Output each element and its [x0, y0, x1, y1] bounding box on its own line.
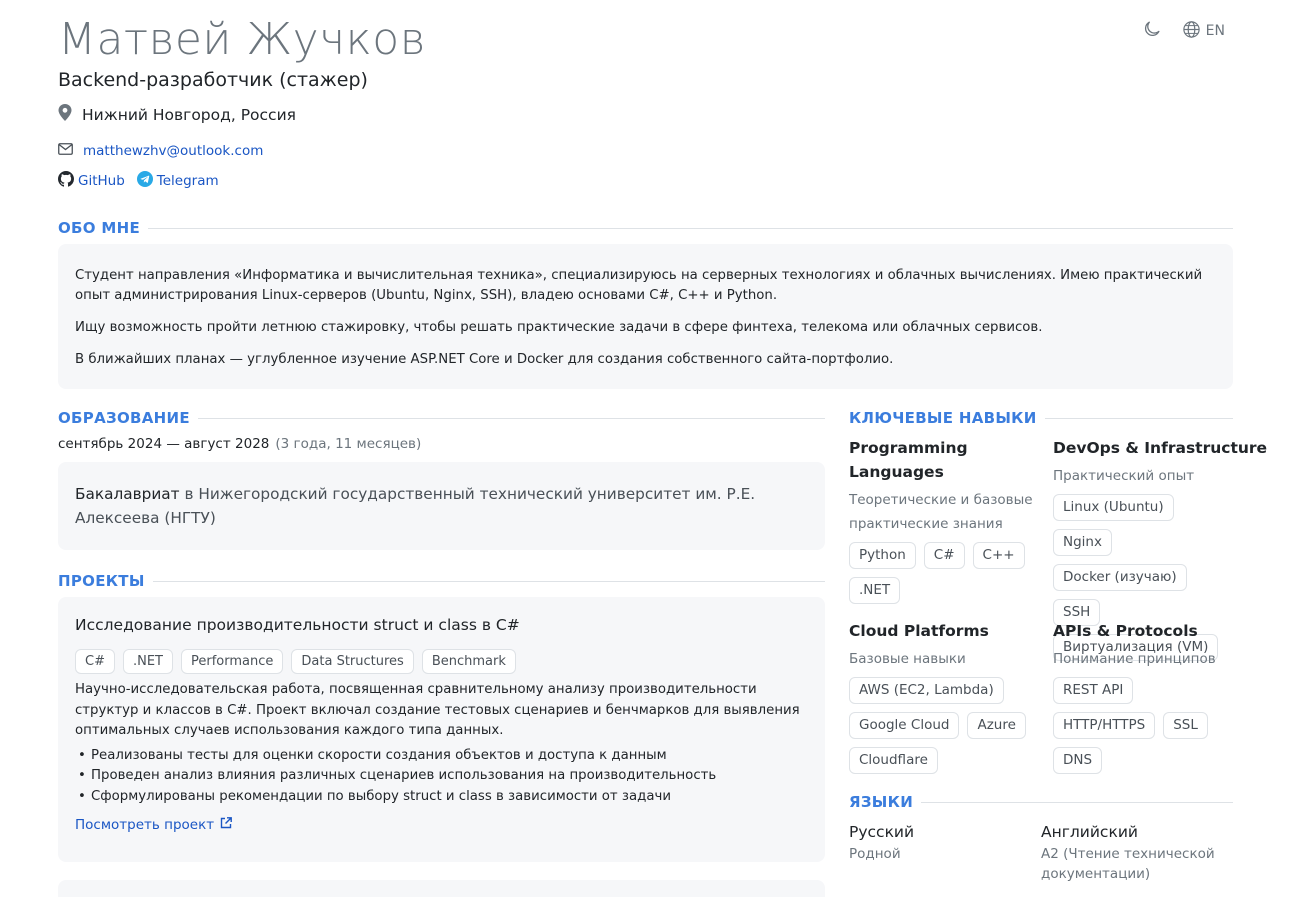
skill-tag: Azure	[967, 712, 1026, 739]
language-level: Родной	[849, 846, 901, 862]
section-divider	[197, 417, 825, 419]
education-section-heading: ОБРАЗОВАНИЕ	[58, 409, 825, 427]
education-connector: в	[184, 485, 194, 503]
email-row: matthewzhv@outlook.com	[58, 143, 263, 159]
project-card	[58, 880, 825, 897]
view-project-link[interactable]: Посмотреть проект	[75, 817, 808, 833]
education-duration: (3 года, 11 месяцев)	[275, 436, 422, 452]
project-tag: .NET	[122, 649, 173, 674]
skill-tag: C++	[972, 542, 1025, 569]
language-name: Английский	[1041, 823, 1138, 841]
github-label: GitHub	[78, 173, 125, 189]
project-tag: Data Structures	[291, 649, 414, 674]
about-paragraph: Студент направления «Информатика и вычис…	[75, 268, 1203, 303]
project-tags: C# .NET Performance Data Structures Benc…	[75, 649, 808, 674]
projects-title: ПРОЕКТЫ	[58, 572, 145, 590]
skill-tag: REST API	[1053, 677, 1134, 704]
skills-section-heading: КЛЮЧЕВЫЕ НАВЫКИ	[849, 409, 1233, 427]
skill-group-level: Базовые навыки	[849, 651, 966, 667]
email-link[interactable]: matthewzhv@outlook.com	[83, 143, 263, 159]
skill-group-level: Теоретические и базовые практические зна…	[849, 492, 1033, 532]
section-divider	[921, 801, 1233, 803]
skill-tag: Google Cloud	[849, 712, 960, 739]
theme-toggle-button[interactable]	[1143, 20, 1161, 42]
skill-tags: REST API HTTP/HTTPS SSL DNS	[1053, 677, 1235, 774]
about-card: Студент направления «Информатика и вычис…	[58, 244, 1233, 389]
project-achievements: Реализованы тесты для оценки скорости со…	[75, 746, 808, 808]
languages-section-heading: ЯЗЫКИ	[849, 793, 1233, 811]
skill-tag: Docker (изучаю)	[1053, 564, 1187, 591]
project-tag: Benchmark	[421, 649, 516, 674]
location-text: Нижний Новгород, Россия	[82, 105, 296, 124]
skill-tag: SSL	[1163, 712, 1208, 739]
skill-tag: Cloudflare	[849, 747, 938, 774]
about-paragraph: В ближайших планах — углубленное изучени…	[75, 352, 894, 367]
github-link[interactable]: GitHub	[58, 171, 125, 191]
about-paragraph: Ищу возможность пройти летнюю стажировку…	[75, 320, 1043, 335]
skill-tags: Python C# C++ .NET	[849, 542, 1039, 604]
skill-tag: Nginx	[1053, 529, 1112, 556]
skill-group-level: Практический опыт	[1053, 468, 1195, 484]
project-tag: C#	[75, 649, 115, 674]
globe-icon	[1182, 20, 1200, 42]
skill-tags: AWS (EC2, Lambda) Google Cloud Azure Clo…	[849, 677, 1039, 774]
skill-group: APIs & Protocols Понимание принципов RES…	[1053, 619, 1235, 774]
project-title: Исследование производительности struct и…	[75, 616, 520, 634]
about-section-heading: ОБО МНЕ	[58, 219, 1233, 237]
education-entry: Бакалавриат в Нижегородский государствен…	[75, 482, 808, 530]
person-name: Матвей Жучков	[58, 14, 426, 65]
skills-title: КЛЮЧЕВЫЕ НАВЫКИ	[849, 409, 1037, 427]
skill-group-name: Programming Languages	[849, 439, 968, 481]
mail-icon	[58, 143, 73, 159]
social-links: GitHub Telegram	[58, 171, 219, 191]
skill-tag: C#	[923, 542, 965, 569]
language-toggle-button[interactable]: EN	[1182, 20, 1225, 42]
education-title: ОБРАЗОВАНИЕ	[58, 409, 190, 427]
github-icon	[58, 171, 74, 191]
telegram-link[interactable]: Telegram	[136, 171, 219, 191]
degree: Бакалавриат	[75, 485, 180, 503]
skill-group-name: Cloud Platforms	[849, 622, 989, 640]
section-divider	[152, 580, 825, 582]
section-divider	[1044, 417, 1233, 419]
skill-tag: HTTP/HTTPS	[1053, 712, 1156, 739]
list-item: Проведен анализ влияния различных сценар…	[75, 766, 808, 787]
project-tag: Performance	[181, 649, 284, 674]
skill-tag: Linux (Ubuntu)	[1053, 494, 1174, 521]
skill-tag: DNS	[1053, 747, 1103, 774]
education-card: Бакалавриат в Нижегородский государствен…	[58, 462, 825, 550]
moon-icon	[1143, 21, 1161, 42]
language-item: Русский Родной	[849, 821, 1029, 864]
map-pin-icon	[58, 104, 72, 125]
top-controls: EN	[1143, 20, 1225, 42]
telegram-icon	[136, 171, 153, 191]
section-divider	[148, 227, 1233, 229]
language-level: A2 (Чтение технической документации)	[1041, 846, 1215, 882]
list-item: Реализованы тесты для оценки скорости со…	[75, 746, 808, 767]
skill-tag: AWS (EC2, Lambda)	[849, 677, 1004, 704]
project-description: Научно-исследовательская работа, посвяще…	[75, 682, 800, 738]
skill-group-level: Понимание принципов	[1053, 651, 1216, 667]
education-date-range: сентябрь 2024 — август 2028	[58, 436, 270, 452]
education-dates: сентябрь 2024 — август 2028 (3 года, 11 м…	[58, 436, 421, 452]
language-toggle-label: EN	[1205, 23, 1225, 39]
skill-group: Programming Languages Теоретические и ба…	[849, 436, 1039, 604]
skill-group-name: APIs & Protocols	[1053, 622, 1198, 640]
skill-group: Cloud Platforms Базовые навыки AWS (EC2,…	[849, 619, 1039, 774]
job-title: Backend-разработчик (стажер)	[58, 69, 368, 91]
language-name: Русский	[849, 823, 915, 841]
telegram-label: Telegram	[156, 173, 219, 189]
view-project-label: Посмотреть проект	[75, 817, 215, 833]
list-item: Сформулированы рекомендации по выбору st…	[75, 787, 808, 808]
location: Нижний Новгород, Россия	[58, 104, 296, 125]
skill-group-name: DevOps & Infrastructure	[1053, 439, 1268, 457]
languages-title: ЯЗЫКИ	[849, 793, 914, 811]
projects-section-heading: ПРОЕКТЫ	[58, 572, 825, 590]
language-item: Английский A2 (Чтение технической докуме…	[1041, 821, 1233, 884]
external-link-icon	[220, 817, 233, 833]
skill-tag: .NET	[849, 577, 901, 604]
skill-tag: Python	[849, 542, 916, 569]
about-title: ОБО МНЕ	[58, 219, 140, 237]
project-card: Исследование производительности struct и…	[58, 597, 825, 862]
